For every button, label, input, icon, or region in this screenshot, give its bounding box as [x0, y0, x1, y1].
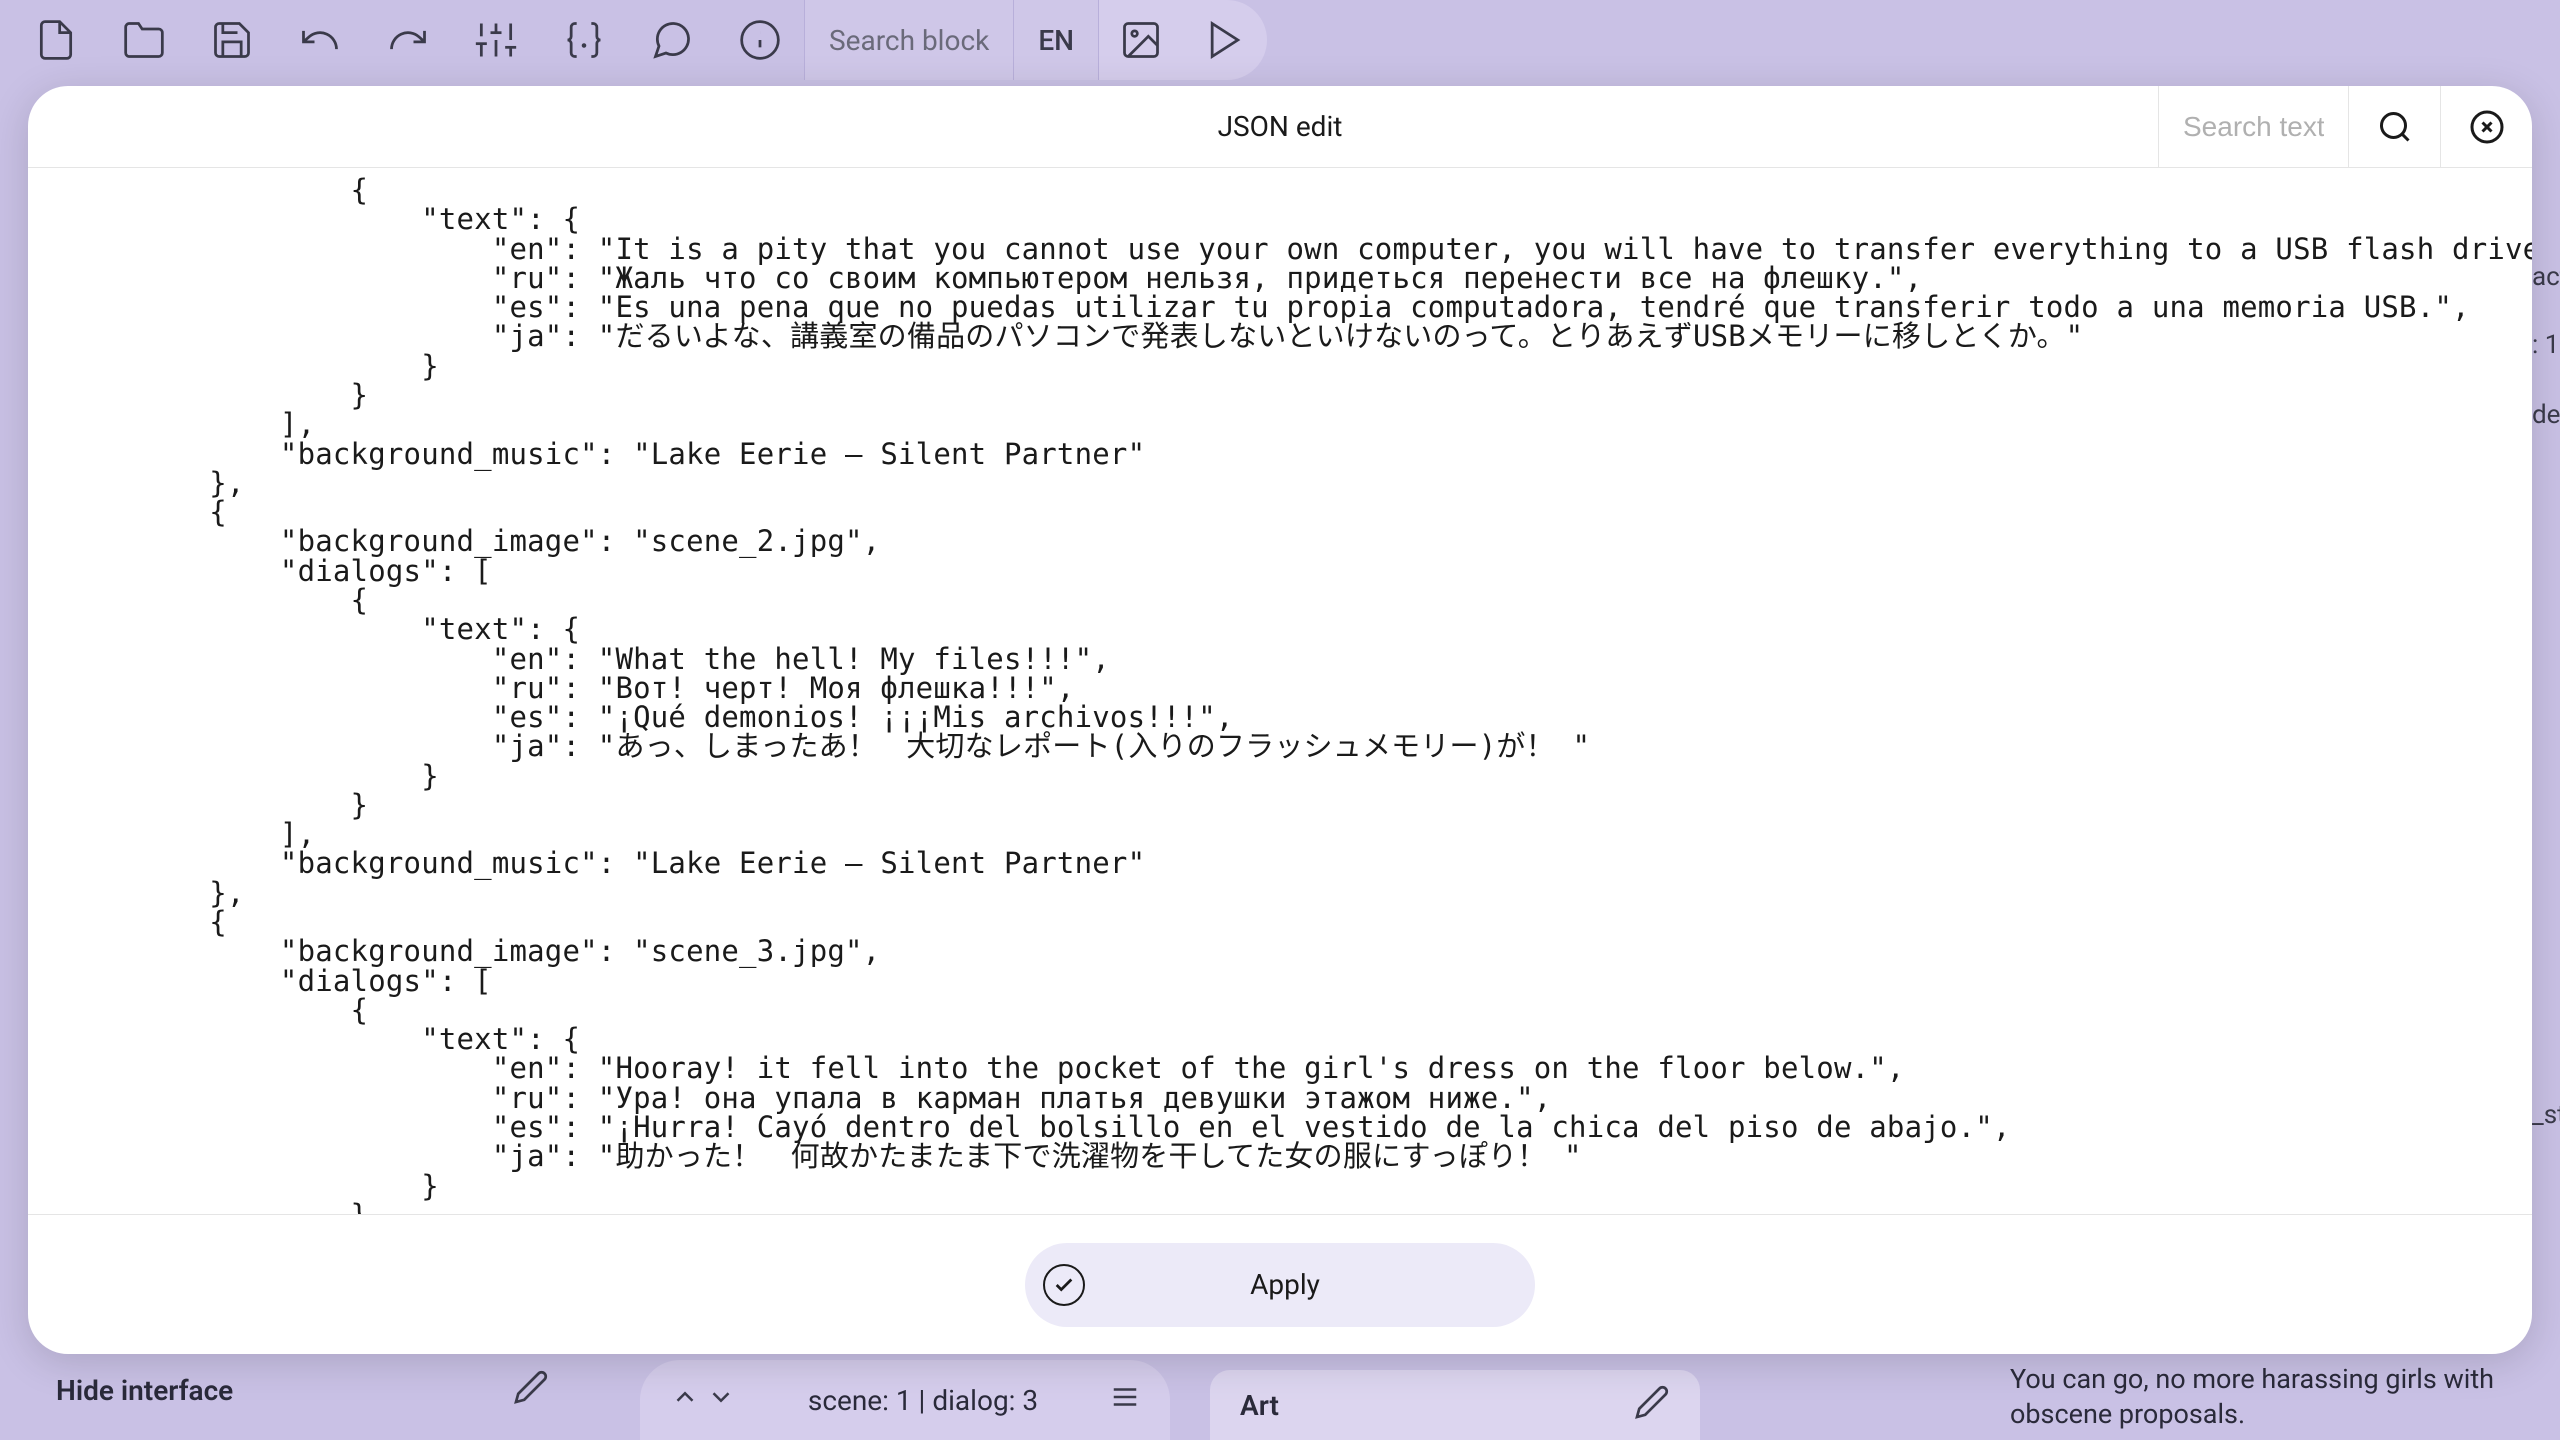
dialog-preview-text: You can go, no more harassing girls with… [2010, 1362, 2530, 1440]
art-label: Art [1240, 1389, 1279, 1422]
search-button[interactable] [2348, 86, 2440, 167]
apply-label: Apply [1085, 1268, 1535, 1301]
art-card[interactable]: Art [1210, 1370, 1700, 1440]
info-icon [738, 18, 782, 62]
braces-icon [562, 18, 606, 62]
modal-header: JSON edit [28, 86, 2532, 168]
chat-icon [650, 18, 694, 62]
json-edit-modal: JSON edit { "text": { "en": "It is a pit… [28, 86, 2532, 1354]
pencil-icon[interactable] [513, 1369, 549, 1412]
json-code[interactable]: { "text": { "en": "It is a pity that you… [68, 176, 2492, 1214]
sliders-icon [474, 18, 518, 62]
open-folder-button[interactable] [100, 0, 188, 80]
file-icon [34, 18, 78, 62]
menu-button[interactable] [1110, 1382, 1140, 1419]
hide-interface-label: Hide interface [56, 1374, 233, 1407]
image-icon [1119, 18, 1163, 62]
search-icon [2377, 109, 2413, 145]
info-button[interactable] [716, 0, 804, 80]
close-icon [2469, 109, 2505, 145]
apply-button[interactable]: Apply [1025, 1243, 1535, 1327]
search-block-input[interactable]: Search block [804, 0, 1014, 80]
undo-button[interactable] [276, 0, 364, 80]
pencil-icon[interactable] [1634, 1384, 1670, 1427]
modal-title: JSON edit [1218, 110, 1343, 143]
scene-dialog-nav: scene: 1 | dialog: 3 [640, 1360, 1170, 1440]
main-toolbar: Search block EN [0, 0, 2560, 80]
prev-scene-button[interactable] [670, 1382, 700, 1419]
play-icon [1203, 18, 1247, 62]
json-edit-button[interactable] [540, 0, 628, 80]
next-scene-button[interactable] [706, 1382, 736, 1419]
redo-button[interactable] [364, 0, 452, 80]
toolbar-right-group [1099, 0, 1267, 80]
bg-fragment: actio [2532, 262, 2560, 292]
comment-button[interactable] [628, 0, 716, 80]
redo-icon [386, 18, 430, 62]
play-button[interactable] [1183, 0, 1267, 80]
language-selector[interactable]: EN [1014, 0, 1099, 80]
save-icon [210, 18, 254, 62]
save-button[interactable] [188, 0, 276, 80]
undo-icon [298, 18, 342, 62]
image-button[interactable] [1099, 0, 1183, 80]
bg-fragment: : 1 [2532, 330, 2560, 360]
check-icon [1043, 1264, 1085, 1306]
bg-fragment: de [2532, 400, 2560, 430]
settings-button[interactable] [452, 0, 540, 80]
close-button[interactable] [2440, 86, 2532, 167]
folder-icon [122, 18, 166, 62]
bg-fragment: _sta [2532, 1100, 2560, 1130]
hide-interface-toggle[interactable]: Hide interface [56, 1369, 549, 1412]
modal-body[interactable]: { "text": { "en": "It is a pity that you… [28, 168, 2532, 1214]
scene-dialog-label: scene: 1 | dialog: 3 [754, 1384, 1092, 1417]
search-text-input[interactable] [2158, 86, 2348, 167]
modal-footer: Apply [28, 1214, 2532, 1354]
new-file-button[interactable] [12, 0, 100, 80]
